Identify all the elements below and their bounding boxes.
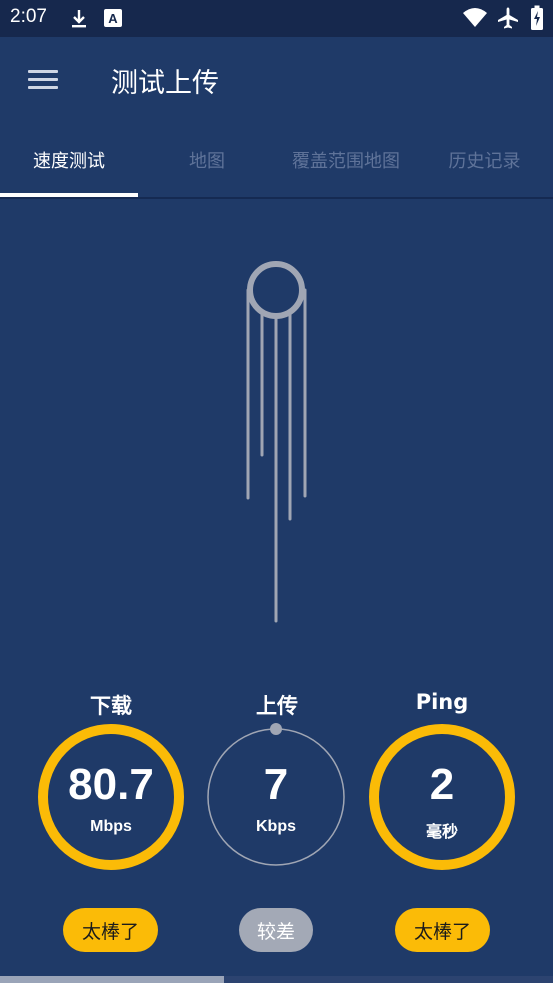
download-ring: 80.7 Mbps [36,722,186,872]
bottom-scroll-indicator [0,976,553,983]
ping-unit: 毫秒 [425,824,458,841]
download-label: 下载 [90,694,132,718]
download-unit: Mbps [90,818,132,835]
ping-value: 2 [429,760,455,809]
upload-progress-dot [270,723,282,735]
ping-rating-badge: 太棒了 [395,908,490,952]
ping-ring: 2 毫秒 [367,722,517,872]
upload-ring: 7 Kbps [201,722,351,872]
scroll-thumb [0,976,224,983]
upload-rating-badge: 较差 [239,908,313,952]
upload-value: 7 [263,760,289,809]
ping-label: Ping [415,690,469,714]
upload-unit: Kbps [256,818,296,835]
download-rating-badge: 太棒了 [63,908,158,952]
download-value: 80.7 [68,760,154,809]
upload-label: 上传 [256,694,298,718]
speed-gauge-illustration [246,261,307,623]
speed-test-screen: 2:07 A 测试上传 速度测试 地图 覆盖范围地图 历史记录 下载 80.7 … [0,0,553,983]
